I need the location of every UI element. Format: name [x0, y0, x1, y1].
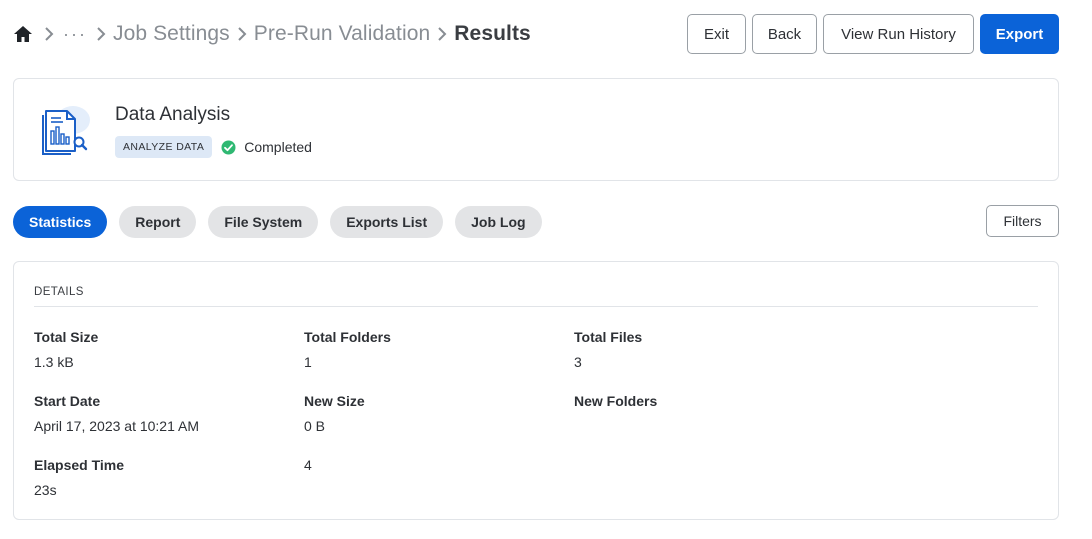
field-label: Total Folders — [304, 329, 391, 345]
check-circle-icon — [221, 140, 236, 155]
chevron-right-icon — [93, 24, 109, 44]
breadcrumb-ellipsis[interactable]: ··· — [61, 24, 89, 45]
job-type-badge: ANALYZE DATA — [115, 136, 213, 158]
field-start-date: Start Date April 17, 2023 at 10:21 AM — [34, 393, 199, 434]
field-label: Elapsed Time — [34, 457, 125, 473]
details-heading: DETAILS — [34, 286, 84, 298]
filters-button[interactable]: Filters — [986, 205, 1059, 237]
chevron-right-icon — [234, 24, 250, 44]
details-panel: DETAILS Total Size 1.3 kB Total Folders … — [13, 261, 1059, 520]
job-meta: ANALYZE DATA Completed — [115, 136, 312, 158]
field-new-size: New Size 0 B — [304, 393, 365, 434]
tab-statistics[interactable]: Statistics — [13, 206, 108, 238]
breadcrumb-job-settings[interactable]: Job Settings — [113, 22, 230, 46]
field-elapsed-time: Elapsed Time 23s — [34, 457, 124, 498]
view-run-history-button[interactable]: View Run History — [823, 14, 974, 54]
tab-exports-list[interactable]: Exports List — [330, 206, 444, 238]
document-analysis-icon — [41, 105, 91, 157]
breadcrumb-pre-run-validation[interactable]: Pre-Run Validation — [254, 22, 431, 46]
tab-job-log[interactable]: Job Log — [455, 206, 542, 238]
header-actions: Exit Back View Run History Export — [687, 14, 1059, 54]
field-label: New Size — [304, 393, 365, 409]
field-new-folders: New Folders — [574, 393, 657, 418]
breadcrumb-current: Results — [454, 22, 531, 45]
field-label: Total Files — [574, 329, 643, 345]
chevron-right-icon — [434, 24, 450, 44]
field-label: New Folders — [574, 393, 658, 409]
field-unlabeled: 4 — [304, 457, 312, 473]
page-header: ··· Job Settings Pre-Run Validation Resu… — [13, 14, 1059, 54]
tab-file-system[interactable]: File System — [208, 206, 319, 238]
job-title: Data Analysis — [115, 104, 231, 125]
job-summary-card: Data Analysis ANALYZE DATA Completed — [13, 78, 1059, 181]
home-icon[interactable] — [13, 24, 33, 44]
chevron-right-icon — [41, 24, 57, 44]
tab-bar: Statistics Report File System Exports Li… — [13, 206, 542, 238]
divider — [34, 306, 1038, 307]
breadcrumb: ··· Job Settings Pre-Run Validation Resu… — [13, 22, 531, 46]
field-value: 0 B — [304, 418, 326, 434]
job-status: Completed — [244, 139, 312, 155]
field-label: Total Size — [34, 329, 99, 345]
field-total-files: Total Files 3 — [574, 329, 642, 370]
field-total-folders: Total Folders 1 — [304, 329, 391, 370]
field-value: 1.3 kB — [34, 354, 74, 370]
back-button[interactable]: Back — [752, 14, 817, 54]
tab-report[interactable]: Report — [119, 206, 197, 238]
field-value: 1 — [304, 354, 312, 370]
field-value: 23s — [34, 482, 57, 498]
exit-button[interactable]: Exit — [687, 14, 746, 54]
field-label: Start Date — [34, 393, 101, 409]
field-value: April 17, 2023 at 10:21 AM — [34, 418, 199, 434]
field-value: 3 — [574, 354, 582, 370]
field-total-size: Total Size 1.3 kB — [34, 329, 98, 370]
field-value: 4 — [304, 457, 312, 473]
export-button[interactable]: Export — [980, 14, 1059, 54]
